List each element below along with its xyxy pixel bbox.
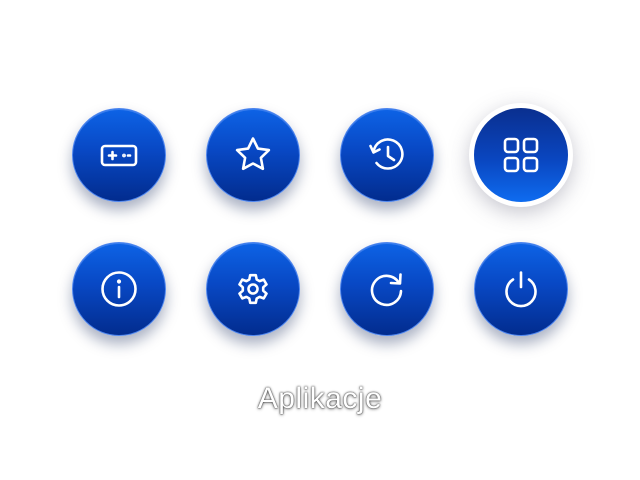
info-button[interactable]	[72, 242, 166, 336]
gear-icon	[230, 266, 276, 312]
power-button[interactable]	[474, 242, 568, 336]
history-icon	[364, 132, 410, 178]
apps-button[interactable]	[474, 108, 568, 202]
info-icon	[96, 266, 142, 312]
history-button[interactable]	[340, 108, 434, 202]
power-icon	[498, 266, 544, 312]
star-icon	[230, 132, 276, 178]
apps-grid-icon	[498, 132, 544, 178]
gamepad-icon	[96, 132, 142, 178]
refresh-button[interactable]	[340, 242, 434, 336]
selected-item-label: Aplikacje	[257, 382, 383, 415]
games-button[interactable]	[72, 108, 166, 202]
settings-button[interactable]	[206, 242, 300, 336]
refresh-icon	[364, 266, 410, 312]
main-menu: Aplikacje	[0, 0, 640, 480]
favorites-button[interactable]	[206, 108, 300, 202]
